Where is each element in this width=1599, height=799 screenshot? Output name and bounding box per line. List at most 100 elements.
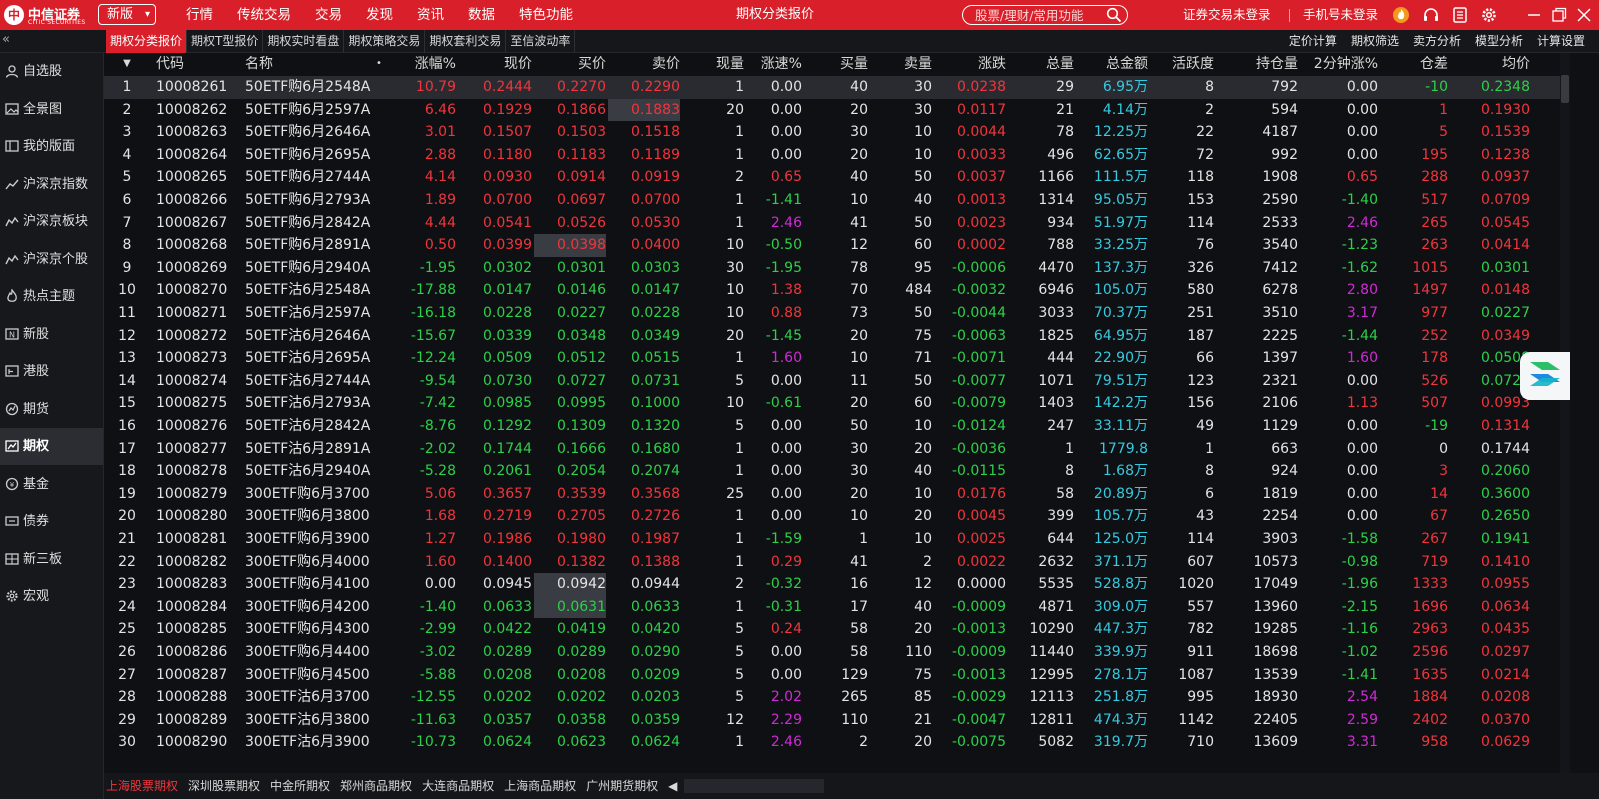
sidebar-item-4[interactable]: 沪深京板块 — [0, 203, 103, 240]
minimize-icon[interactable] — [1524, 5, 1544, 25]
tab-option-strategy[interactable]: 期权策略交易 — [344, 30, 426, 53]
sidebar-item-0[interactable]: 自选股 — [0, 53, 103, 90]
tab-scroll-left-icon[interactable]: ◀ — [666, 773, 679, 799]
table-row[interactable]: 21 10008281 300ETF购6月3900 1.27 0.1986 0.1980 0… — [104, 528, 1560, 551]
collapse-sidebar-icon[interactable]: « — [2, 32, 10, 47]
seller-analysis-button[interactable]: 卖方分析 — [1413, 30, 1461, 53]
column-header-bid-volume[interactable]: 买量 — [806, 53, 868, 76]
table-row[interactable]: 6 10008266 50ETF购6月2793A 1.89 0.0700 0.0697 0.… — [104, 189, 1560, 212]
sidebar-item-10[interactable]: 期权 — [0, 428, 103, 465]
menu-item-discover[interactable]: 发现 — [366, 0, 393, 30]
tab-shenzhen-stock-options[interactable]: 深圳股票期权 — [186, 773, 262, 799]
sidebar-item-14[interactable]: 宏观 — [0, 578, 103, 615]
tab-zhengzhou-commodity-options[interactable]: 郑州商品期权 — [338, 773, 414, 799]
column-header-ask-price[interactable]: 卖价 — [608, 53, 680, 76]
gear-icon[interactable] — [1480, 6, 1498, 24]
table-row[interactable]: 12 10008272 50ETF沽6月2646A -15.67 0.0339 0.034… — [104, 325, 1560, 348]
table-row[interactable]: 11 10008271 50ETF沽6月2597A -16.18 0.0228 0.022… — [104, 302, 1560, 325]
table-row[interactable]: 9 10008269 50ETF购6月2940A -1.95 0.0302 0.0301 0… — [104, 257, 1560, 280]
headset-icon[interactable] — [1422, 6, 1440, 24]
column-header-name[interactable]: 名称 — [245, 53, 375, 76]
option-filter-button[interactable]: 期权筛选 — [1351, 30, 1399, 53]
column-header-oi-change[interactable]: 仓差 — [1382, 53, 1448, 76]
column-header-speed-pct[interactable]: 涨速% — [746, 53, 802, 76]
sidebar-item-13[interactable]: 新三板 — [0, 541, 103, 578]
brand-logo[interactable]: 中 中信证券 CITIC SECURITIES — [4, 4, 88, 27]
tab-option-category-quote[interactable]: 期权分类报价 — [106, 30, 188, 53]
sidebar-item-1[interactable]: 全景图 — [0, 91, 103, 128]
sidebar-item-12[interactable]: 债券 — [0, 503, 103, 540]
table-row[interactable]: 27 10008287 300ETF购6月4500 -5.88 0.0208 0.0208… — [104, 664, 1560, 687]
table-row[interactable]: 29 10008289 300ETF沽6月3800 -11.63 0.0357 0.035… — [104, 709, 1560, 732]
search-icon[interactable] — [1106, 7, 1122, 23]
phone-login-link[interactable]: 手机号未登录 — [1303, 0, 1378, 30]
table-row[interactable]: 19 10008279 300ETF购6月3700 5.06 0.3657 0.3539 0… — [104, 483, 1560, 506]
securities-login-link[interactable]: 证券交易未登录 — [1183, 0, 1271, 30]
search-input[interactable] — [962, 5, 1128, 25]
table-row[interactable]: 5 10008265 50ETF购6月2744A 4.14 0.0930 0.0914 0.… — [104, 166, 1560, 189]
tab-cffex-options[interactable]: 中金所期权 — [268, 773, 332, 799]
column-header-open-interest[interactable]: 持仓量 — [1216, 53, 1298, 76]
version-dropdown[interactable]: 新版 ▾ — [98, 4, 156, 25]
sidebar-item-3[interactable]: 沪深京指数 — [0, 166, 103, 203]
table-row[interactable]: 1 10008261 50ETF购6月2548A 10.79 0.2444 0.2270 0… — [104, 76, 1560, 99]
sidebar-item-2[interactable]: 我的版面 — [0, 128, 103, 165]
table-row[interactable]: 22 10008282 300ETF购6月4000 1.60 0.1400 0.1382 0… — [104, 551, 1560, 574]
table-row[interactable]: 10 10008270 50ETF沽6月2548A -17.88 0.0147 0.014… — [104, 279, 1560, 302]
table-row[interactable]: 14 10008274 50ETF沽6月2744A -9.54 0.0730 0.0727… — [104, 370, 1560, 393]
sidebar-item-11[interactable]: ¥ 基金 — [0, 466, 103, 503]
table-row[interactable]: 23 10008283 300ETF购6月4100 0.00 0.0945 0.0942 0… — [104, 573, 1560, 596]
table-row[interactable]: 20 10008280 300ETF购6月3800 1.68 0.2719 0.2705 0… — [104, 505, 1560, 528]
model-analysis-button[interactable]: 模型分析 — [1475, 30, 1523, 53]
table-row[interactable]: 25 10008285 300ETF购6月4300 -2.99 0.0422 0.0419… — [104, 618, 1560, 641]
table-row[interactable]: 18 10008278 50ETF沽6月2940A -5.28 0.2061 0.2054… — [104, 460, 1560, 483]
tab-dalian-commodity-options[interactable]: 大连商品期权 — [420, 773, 496, 799]
sidebar-item-8[interactable]: 港股 — [0, 353, 103, 390]
tab-option-t-quote[interactable]: 期权T型报价 — [187, 30, 264, 53]
table-row[interactable]: 17 10008277 50ETF沽6月2891A -2.02 0.1744 0.1666… — [104, 438, 1560, 461]
sidebar-item-5[interactable]: 沪深京个股 — [0, 241, 103, 278]
tab-volatility[interactable]: 至信波动率 — [506, 30, 576, 53]
close-icon[interactable] — [1574, 5, 1594, 25]
notes-icon[interactable] — [1451, 6, 1469, 24]
column-header-row-index[interactable]: ▼ — [104, 53, 150, 76]
table-row[interactable]: 8 10008268 50ETF购6月2891A 0.50 0.0399 0.0398 0.… — [104, 234, 1560, 257]
tab-option-arbitrage[interactable]: 期权套利交易 — [425, 30, 507, 53]
vertical-scrollbar[interactable] — [1560, 53, 1570, 773]
table-row[interactable]: 30 10008290 300ETF沽6月3900 -10.73 0.0624 0.062… — [104, 731, 1560, 754]
table-row[interactable]: 7 10008267 50ETF购6月2842A 4.44 0.0541 0.0526 0.… — [104, 212, 1560, 235]
column-header-change[interactable]: 涨跌 — [934, 53, 1006, 76]
table-row[interactable]: 4 10008264 50ETF购6月2695A 2.88 0.1180 0.1183 0.… — [104, 144, 1560, 167]
column-header-total-volume[interactable]: 总量 — [1010, 53, 1074, 76]
column-header-ask-volume[interactable]: 卖量 — [870, 53, 932, 76]
sidebar-item-6[interactable]: 热点主题 — [0, 278, 103, 315]
menu-item-classic-trade[interactable]: 传统交易 — [237, 0, 291, 30]
floating-widget[interactable] — [1520, 352, 1570, 400]
menu-item-features[interactable]: 特色功能 — [519, 0, 573, 30]
column-header-activity[interactable]: 活跃度 — [1150, 53, 1214, 76]
table-row[interactable]: 15 10008275 50ETF沽6月2793A -7.42 0.0985 0.0995… — [104, 392, 1560, 415]
tab-shanghai-commodity-options[interactable]: 上海商品期权 — [502, 773, 578, 799]
menu-item-trade[interactable]: 交易 — [315, 0, 342, 30]
horizontal-scrollbar[interactable] — [684, 779, 824, 793]
column-header-bid-price[interactable]: 买价 — [534, 53, 606, 76]
column-header-code[interactable]: 代码 — [156, 53, 236, 76]
maximize-icon[interactable] — [1549, 5, 1569, 25]
table-row[interactable]: 13 10008273 50ETF沽6月2695A -12.24 0.0509 0.051… — [104, 347, 1560, 370]
column-header-last-price[interactable]: 现价 — [460, 53, 532, 76]
column-header-total-amount[interactable]: 总金额 — [1076, 53, 1148, 76]
menu-item-news[interactable]: 资讯 — [417, 0, 444, 30]
table-row[interactable]: 16 10008276 50ETF沽6月2842A -8.76 0.1292 0.1309… — [104, 415, 1560, 438]
column-header-last-volume[interactable]: 现量 — [682, 53, 744, 76]
table-row[interactable]: 26 10008286 300ETF购6月4400 -3.02 0.0289 0.0289… — [104, 641, 1560, 664]
menu-item-data[interactable]: 数据 — [468, 0, 495, 30]
sidebar-item-9[interactable]: 期货 — [0, 391, 103, 428]
tab-shanghai-stock-options[interactable]: 上海股票期权 — [104, 773, 180, 799]
pricing-calc-button[interactable]: 定价计算 — [1289, 30, 1337, 53]
column-header-two-min-change[interactable]: 2分钟涨% — [1300, 53, 1378, 76]
calc-settings-button[interactable]: 计算设置 — [1537, 30, 1585, 53]
table-row[interactable]: 24 10008284 300ETF购6月4200 -1.40 0.0633 0.0631… — [104, 595, 1560, 619]
column-header-change-pct[interactable]: 涨幅% — [386, 53, 456, 76]
table-row[interactable]: 2 10008262 50ETF购6月2597A 6.46 0.1929 0.1866 0.… — [104, 98, 1560, 122]
table-row[interactable]: 28 10008288 300ETF沽6月3700 -12.55 0.0202 0.020… — [104, 686, 1560, 709]
